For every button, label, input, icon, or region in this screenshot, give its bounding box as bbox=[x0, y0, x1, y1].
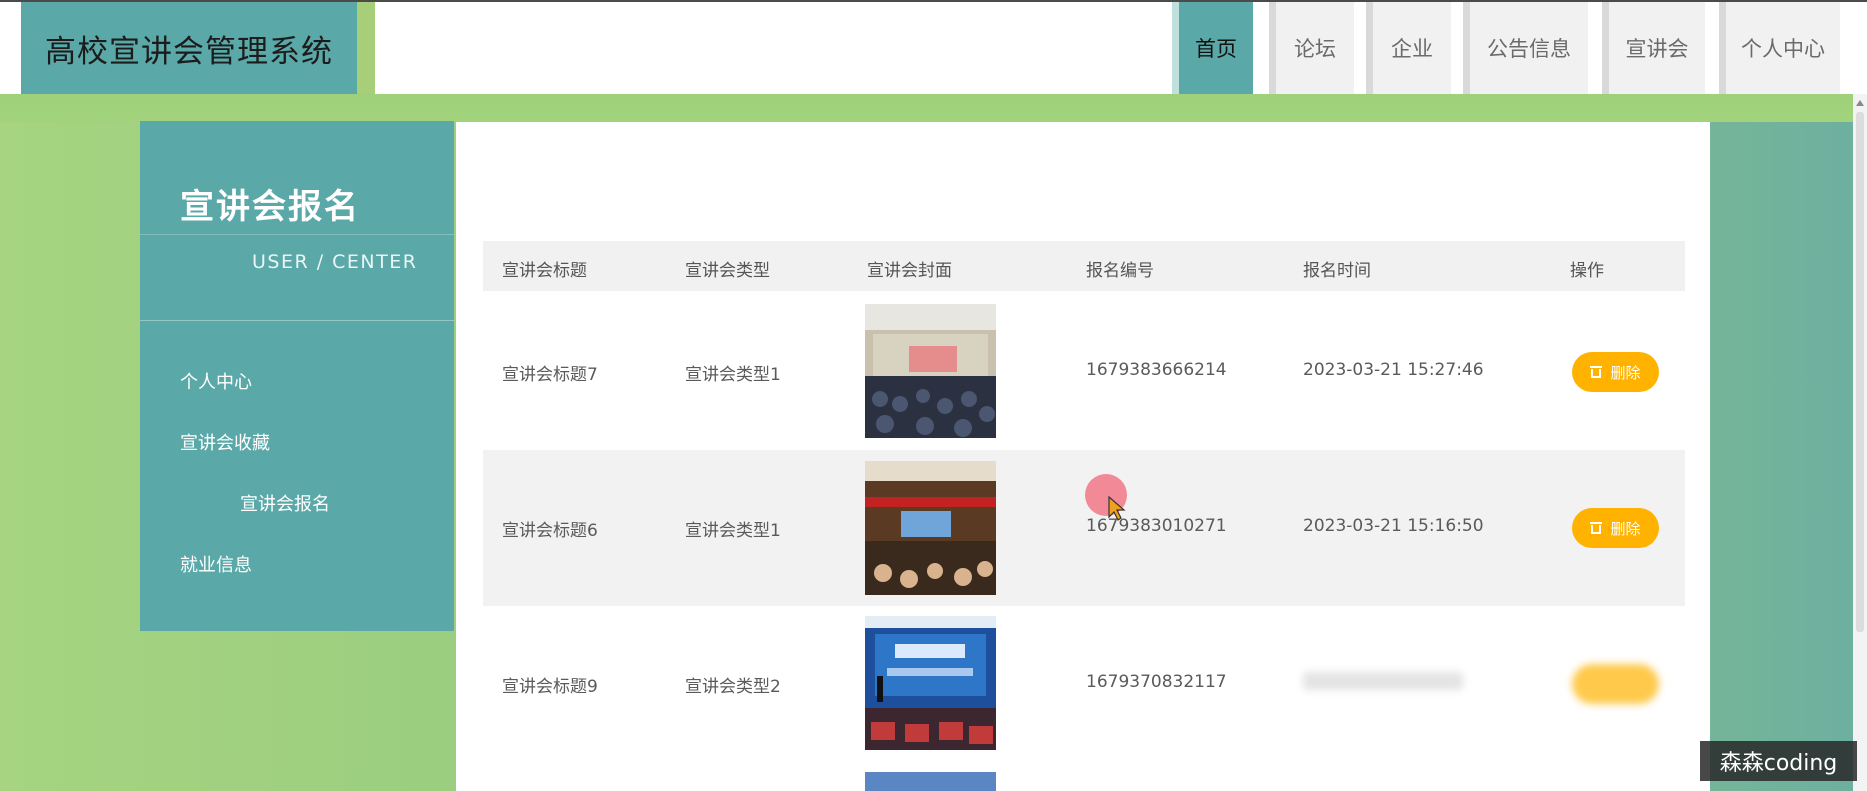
nav-personal-center-label: 个人中心 bbox=[1741, 37, 1825, 61]
nav-lectures[interactable]: 宣讲会 bbox=[1602, 2, 1705, 94]
table-header: 宣讲会标题 宣讲会类型 宣讲会封面 报名编号 报名时间 操作 bbox=[483, 241, 1685, 291]
column-header-title: 宣讲会标题 bbox=[502, 261, 587, 281]
nav-lectures-label: 宣讲会 bbox=[1625, 37, 1689, 61]
trash-icon bbox=[1590, 366, 1603, 378]
column-header-reg-no: 报名编号 bbox=[1086, 261, 1154, 281]
nav-company[interactable]: 企业 bbox=[1366, 2, 1451, 94]
sidebar-item-lecture-favorites[interactable]: 宣讲会收藏 bbox=[180, 429, 270, 455]
nav-forum[interactable]: 论坛 bbox=[1269, 2, 1354, 94]
video-watermark: 森森coding bbox=[1700, 741, 1857, 781]
recruitment-stage-photo bbox=[865, 616, 996, 750]
cell-reg-time bbox=[1303, 672, 1463, 690]
delete-button[interactable] bbox=[1572, 664, 1659, 704]
table-row: 宣讲会标题6 宣讲会类型1 1679383010271 2023-03-21 1… bbox=[483, 450, 1685, 606]
brand-block: 高校宣讲会管理系统 bbox=[21, 2, 357, 94]
column-header-cover: 宣讲会封面 bbox=[867, 261, 952, 281]
cover-image-partial bbox=[865, 772, 996, 791]
cell-title: 宣讲会标题9 bbox=[502, 677, 598, 697]
cell-reg-no: 1679383666214 bbox=[1086, 360, 1227, 380]
cover-image[interactable] bbox=[865, 616, 996, 750]
cell-type: 宣讲会类型2 bbox=[685, 677, 781, 697]
auditorium-banner-photo bbox=[865, 461, 996, 595]
top-navbar: 高校宣讲会管理系统 首页 论坛 企业 公告信息 宣讲会 个人中心 bbox=[0, 0, 1867, 94]
cell-reg-time: 2023-03-21 15:27:46 bbox=[1303, 360, 1484, 380]
sidebar-divider bbox=[140, 234, 454, 235]
app-title: 高校宣讲会管理系统 bbox=[45, 33, 333, 70]
main-panel: 宣讲会标题 宣讲会类型 宣讲会封面 报名编号 报名时间 操作 宣讲会标题7 宣讲… bbox=[456, 122, 1710, 791]
brand-accent-strip bbox=[357, 2, 375, 94]
delete-button-label: 删除 bbox=[1610, 519, 1641, 538]
mouse-pointer-icon bbox=[1108, 495, 1126, 521]
delete-button[interactable]: 删除 bbox=[1572, 352, 1659, 392]
nav-announcements-label: 公告信息 bbox=[1487, 37, 1571, 61]
column-header-type: 宣讲会类型 bbox=[685, 261, 770, 281]
sidebar-subtitle: USER / CENTER bbox=[252, 251, 418, 273]
cell-type: 宣讲会类型1 bbox=[685, 521, 781, 541]
delete-button[interactable]: 删除 bbox=[1572, 508, 1659, 548]
cover-image[interactable] bbox=[865, 461, 996, 595]
cell-title: 宣讲会标题6 bbox=[502, 521, 598, 541]
sidebar-divider bbox=[140, 320, 454, 321]
scroll-up-arrow-icon[interactable] bbox=[1856, 100, 1864, 106]
scrollbar-thumb[interactable] bbox=[1856, 112, 1864, 632]
cell-reg-no: 1679370832117 bbox=[1086, 672, 1227, 692]
cell-title: 宣讲会标题7 bbox=[502, 365, 598, 385]
cover-image[interactable] bbox=[865, 304, 996, 438]
trash-icon bbox=[1590, 522, 1603, 534]
table-row: 宣讲会标题7 宣讲会类型1 1679383666214 2023-03-21 1… bbox=[483, 294, 1685, 450]
nav-company-label: 企业 bbox=[1391, 37, 1433, 61]
cell-type: 宣讲会类型1 bbox=[685, 365, 781, 385]
table-row: 宣讲会标题9 宣讲会类型2 1679370832117 bbox=[483, 606, 1685, 762]
lecture-hall-photo bbox=[865, 304, 996, 438]
nav-home-label: 首页 bbox=[1195, 37, 1237, 61]
sidebar-title: 宣讲会报名 bbox=[180, 187, 360, 227]
nav-personal-center[interactable]: 个人中心 bbox=[1719, 2, 1840, 94]
sidebar-item-lecture-registration[interactable]: 宣讲会报名 bbox=[240, 490, 330, 516]
nav-forum-label: 论坛 bbox=[1294, 37, 1336, 61]
sidebar: 宣讲会报名 USER / CENTER 个人中心 宣讲会收藏 宣讲会报名 就业信… bbox=[140, 121, 454, 631]
nav-home[interactable]: 首页 bbox=[1172, 2, 1253, 94]
sidebar-item-personal-center[interactable]: 个人中心 bbox=[180, 368, 252, 394]
column-header-reg-time: 报名时间 bbox=[1303, 261, 1371, 281]
delete-button-label: 删除 bbox=[1610, 363, 1641, 382]
nav-announcements[interactable]: 公告信息 bbox=[1463, 2, 1588, 94]
background-top-shade bbox=[0, 94, 1867, 122]
sidebar-item-employment-info[interactable]: 就业信息 bbox=[180, 551, 252, 577]
column-header-actions: 操作 bbox=[1570, 261, 1604, 281]
cell-reg-time: 2023-03-21 15:16:50 bbox=[1303, 516, 1484, 536]
